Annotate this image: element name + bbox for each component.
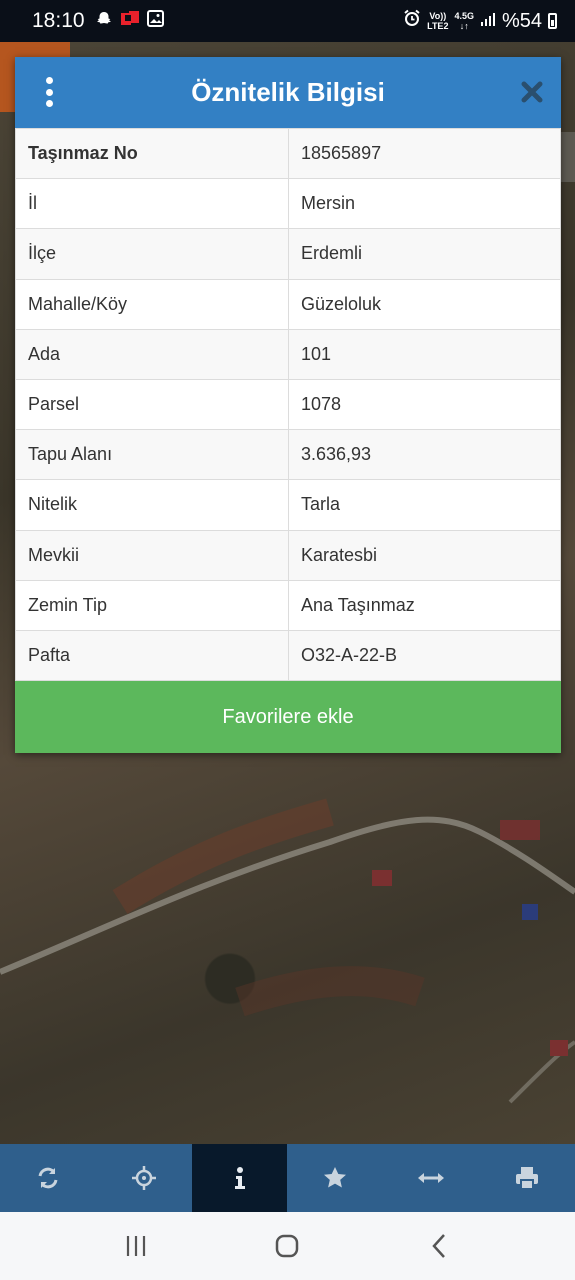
row-value: 3.636,93 (288, 429, 561, 481)
row-value: 18565897 (288, 127, 561, 180)
row-value: Erdemli (288, 228, 561, 280)
row-value: Karatesbi (288, 529, 561, 581)
row-key: Mevkii (15, 529, 289, 581)
print-icon (516, 1167, 539, 1190)
row-key: Tapu Alanı (15, 429, 289, 481)
row-value: Tarla (288, 479, 561, 531)
refresh-icon (38, 1167, 58, 1189)
table-row: Tapu Alanı 3.636,93 (15, 429, 561, 481)
app-notification-icon (120, 10, 139, 32)
gallery-icon (146, 10, 164, 32)
row-value: Güzeloluk (288, 278, 561, 330)
locate-button[interactable] (96, 1144, 192, 1212)
table-row: Taşınmaz No 18565897 (15, 127, 561, 180)
battery-icon (548, 13, 557, 29)
print-button[interactable] (479, 1144, 575, 1212)
attribute-dialog: Öznitelik Bilgisi Taşınmaz No 18565897 İ… (15, 57, 561, 754)
table-row: Mevkii Karatesbi (15, 529, 561, 581)
row-value: O32-A-22-B (288, 629, 561, 682)
back-icon (432, 1234, 446, 1258)
row-key: Mahalle/Köy (15, 278, 289, 330)
row-key: Zemin Tip (15, 579, 289, 631)
network-gen-label: 4.5G ↓↑ (454, 11, 474, 31)
back-button[interactable] (419, 1226, 459, 1266)
row-value: Ana Taşınmaz (288, 579, 561, 631)
row-value: Mersin (288, 178, 561, 230)
info-icon (234, 1167, 245, 1189)
recent-apps-button[interactable] (116, 1226, 156, 1266)
table-row: Parsel 1078 (15, 378, 561, 431)
refresh-button[interactable] (0, 1144, 96, 1212)
recent-apps-icon (126, 1236, 145, 1256)
close-button[interactable] (519, 79, 545, 105)
battery-percent: %54 (501, 9, 542, 32)
network-label: Vo)) LTE2 (427, 11, 449, 31)
dot (45, 100, 53, 107)
alarm-icon (403, 9, 421, 33)
row-key: İl (15, 178, 289, 230)
map-toolbar (0, 1144, 575, 1212)
dialog-title: Öznitelik Bilgisi (191, 77, 385, 107)
table-row: Nitelik Tarla (15, 479, 561, 531)
table-row: İlçe Erdemli (15, 228, 561, 280)
info-button[interactable] (191, 1144, 288, 1212)
table-row: Pafta O32-A-22-B (15, 629, 561, 682)
dot (45, 77, 53, 84)
home-button[interactable] (267, 1226, 307, 1266)
table-row: Mahalle/Köy Güzeloluk (15, 278, 561, 330)
row-key: Pafta (15, 629, 289, 682)
locate-icon (131, 1166, 156, 1190)
row-key: Parsel (15, 378, 289, 431)
row-key: Nitelik (15, 479, 289, 531)
snapchat-icon (95, 10, 113, 33)
row-value: 101 (288, 328, 561, 380)
signal-icon (480, 10, 496, 33)
add-to-favorites-button[interactable]: Favorilere ekle (15, 681, 561, 754)
star-icon (324, 1167, 347, 1188)
dot (45, 88, 53, 96)
measure-icon (418, 1173, 445, 1183)
table-row: İl Mersin (15, 178, 561, 230)
system-navigation-bar (0, 1212, 575, 1280)
table-row: Zemin Tip Ana Taşınmaz (15, 579, 561, 631)
home-icon (276, 1234, 299, 1258)
row-key: Taşınmaz No (15, 127, 289, 180)
dialog-header: Öznitelik Bilgisi (15, 57, 561, 128)
favorites-button[interactable] (287, 1144, 383, 1212)
row-value: 1078 (288, 378, 561, 431)
row-key: İlçe (15, 228, 289, 280)
status-bar: 18:10 Vo)) LTE2 4.5G ↓↑ %54 (0, 0, 575, 42)
row-key: Ada (15, 328, 289, 380)
table-row: Ada 101 (15, 328, 561, 380)
more-options-button[interactable] (39, 77, 59, 107)
status-time: 18:10 (32, 9, 85, 32)
measure-button[interactable] (383, 1144, 479, 1212)
attribute-table: Taşınmaz No 18565897 İl Mersin İlçe Erde… (15, 127, 561, 682)
close-icon (521, 81, 543, 103)
